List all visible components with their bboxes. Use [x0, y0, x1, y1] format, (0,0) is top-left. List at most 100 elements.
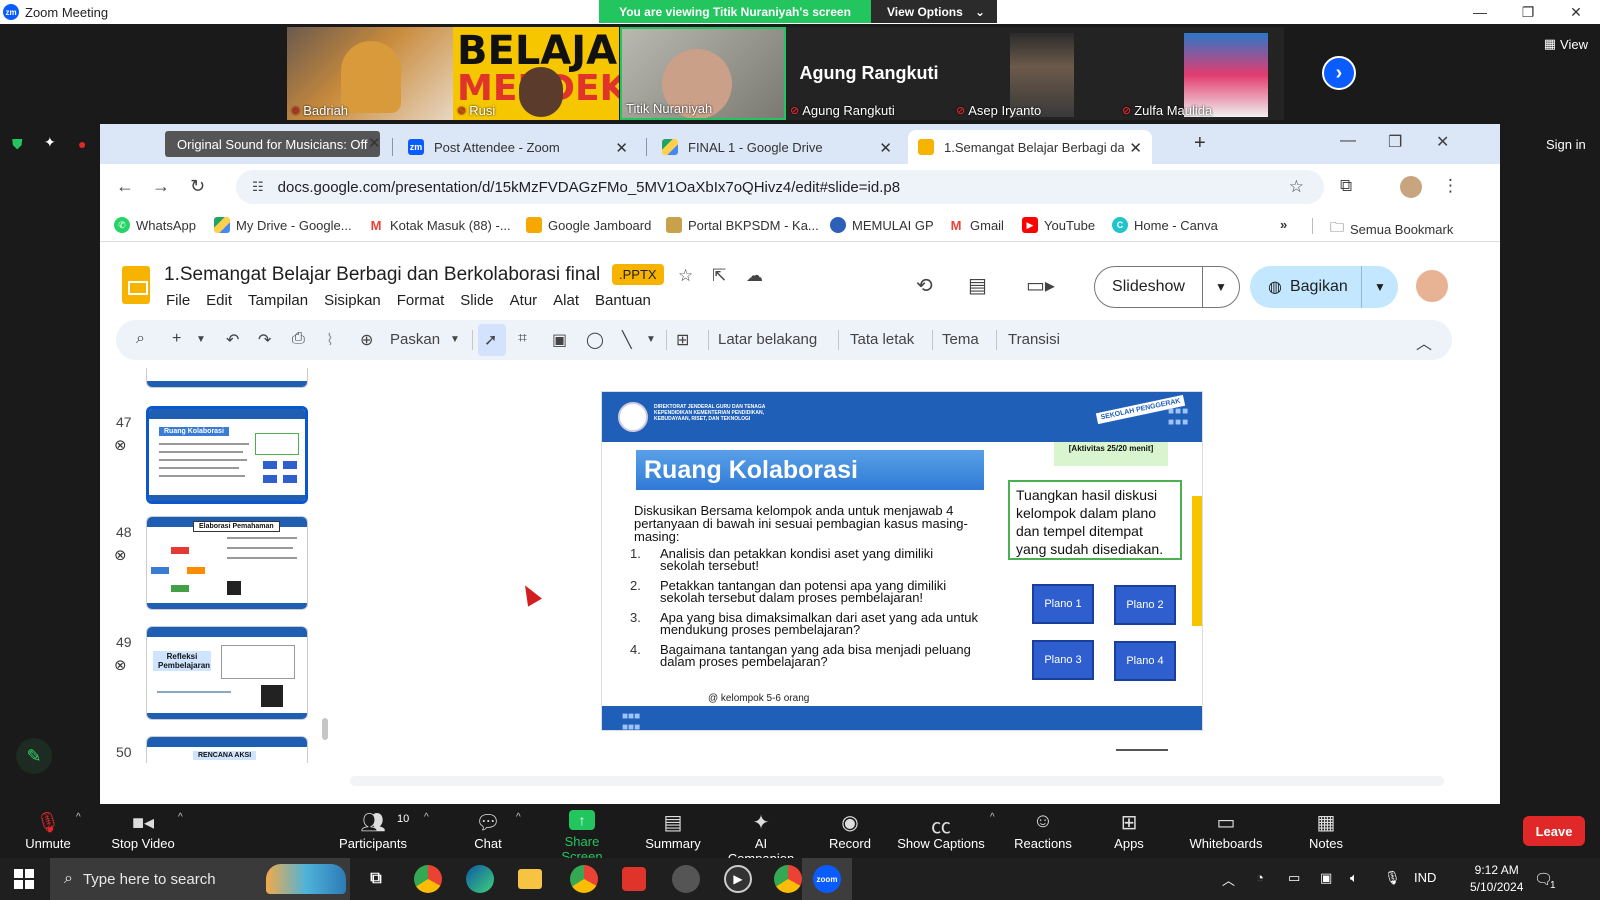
extensions-icon[interactable]: ⧉ [1340, 176, 1352, 196]
acrobat-icon[interactable] [622, 867, 646, 891]
unmute-button[interactable]: 🎙︎ Unmute [20, 810, 76, 851]
layout-button[interactable]: Tata letak [850, 331, 914, 348]
line-icon[interactable]: ╲ [622, 330, 632, 350]
bookmark-memulai-gp[interactable]: MEMULAI GP [830, 217, 934, 233]
leave-button[interactable]: Leave [1523, 816, 1585, 846]
tab-post-attendee[interactable]: zm Post Attendee - Zoom ✕ [398, 130, 638, 164]
menu-slide[interactable]: Slide [460, 292, 493, 309]
zoom-icon[interactable]: ⊕ [360, 330, 373, 350]
tab-slides-active[interactable]: 1.Semangat Belajar Berbagi dan ✕ [908, 130, 1152, 164]
comments-icon[interactable]: ▤ [968, 273, 987, 298]
document-title[interactable]: 1.Semangat Belajar Berbagi dan Berkolabo… [164, 264, 600, 286]
restore-button[interactable]: ❐ [1388, 132, 1402, 152]
version-history-icon[interactable]: ⟲ [916, 273, 933, 298]
collapse-toolbar-icon[interactable]: ︿ [1416, 330, 1432, 354]
sparkle-icon[interactable]: ✦ [44, 134, 56, 151]
tab-google-drive[interactable]: FINAL 1 - Google Drive ✕ [652, 130, 902, 164]
forward-button[interactable]: → [152, 176, 170, 197]
file-explorer-icon[interactable] [518, 869, 542, 889]
annotate-pencil-icon[interactable]: ✎ [16, 738, 52, 774]
reload-button[interactable]: ↻ [190, 176, 205, 197]
minimize-button[interactable]: — [1340, 132, 1356, 150]
cursor-select-icon[interactable]: ➚ [484, 330, 497, 350]
url-text[interactable]: docs.google.com/presentation/d/15kMzFVDA… [278, 179, 900, 196]
add-icon[interactable]: + [172, 330, 181, 348]
star-icon[interactable]: ☆ [678, 266, 693, 286]
slideshow-button[interactable]: Slideshow ▼ [1094, 266, 1240, 308]
microphone-icon[interactable]: 🎙︎ [1384, 870, 1401, 886]
participant-tile[interactable]: ⊘ Zulfa Maulida [1118, 27, 1284, 120]
sign-in-link[interactable]: Sign in [1546, 137, 1586, 152]
summary-button[interactable]: ▤ Summary [644, 810, 702, 851]
bookmark-jamboard[interactable]: Google Jamboard [526, 217, 651, 233]
close-icon[interactable]: ✕ [1129, 139, 1142, 157]
chevron-up-icon[interactable]: ︿ [1222, 870, 1235, 889]
participant-tile[interactable]: ⊘ Asep Iryanto [952, 27, 1118, 120]
chrome-profile-2-icon[interactable] [774, 865, 802, 893]
google-slides-logo-icon[interactable] [122, 266, 150, 304]
reactions-button[interactable]: ☺ Reactions [1014, 810, 1072, 851]
chevron-down-icon[interactable]: ▼ [1203, 280, 1239, 294]
task-view-icon[interactable]: ⧉ [362, 865, 390, 893]
app-icon[interactable] [672, 865, 700, 893]
chrome-profile-icon[interactable] [570, 865, 598, 893]
volume-icon[interactable]: 🔈︎ [1350, 870, 1358, 886]
background-button[interactable]: Latar belakang [718, 331, 817, 348]
participant-tile[interactable]: ⊘ Badriah [287, 27, 453, 120]
whiteboards-button[interactable]: ▭ Whiteboards [1186, 810, 1266, 851]
search-icon[interactable]: ⌕ [136, 330, 145, 348]
record-button[interactable]: ◉ Record [828, 810, 872, 851]
menu-format[interactable]: Format [397, 292, 445, 309]
apps-button[interactable]: ⊞ Apps [1112, 810, 1146, 851]
stop-video-button[interactable]: ■◂ Stop Video [110, 810, 176, 851]
slide-thumbnail[interactable]: RENCANA AKSI [146, 736, 308, 763]
horizontal-scrollbar[interactable] [350, 776, 1444, 786]
media-player-icon[interactable]: ▶ [724, 865, 752, 893]
chat-button[interactable]: 💬︎ Chat [468, 810, 508, 851]
new-tab-button[interactable]: + [1194, 132, 1206, 155]
participant-tile-active[interactable]: Titik Nuraniyah [620, 27, 786, 120]
all-bookmarks-button[interactable]: 🗀 Semua Bookmark [1330, 217, 1453, 241]
shape-icon[interactable]: ◯ [586, 330, 604, 350]
taskbar-clock[interactable]: 9:12 AM 5/10/2024 [1470, 862, 1523, 896]
slide-canvas[interactable]: DIREKTORAT JENDERAL GURU DAN TENAGA KEPE… [340, 368, 1450, 773]
redo-icon[interactable]: ↷ [258, 330, 271, 350]
show-captions-button[interactable]: ㏄ Show Captions [896, 810, 986, 851]
bookmark-kotak-masuk[interactable]: M Kotak Masuk (88) -... [368, 217, 511, 233]
network-icon[interactable]: ◔ [1256, 870, 1264, 885]
chevron-down-icon[interactable]: ▼ [646, 334, 656, 345]
back-button[interactable]: ← [116, 176, 134, 197]
minimize-button[interactable]: — [1456, 0, 1504, 24]
bookmark-canva[interactable]: C Home - Canva [1112, 217, 1218, 233]
close-icon[interactable]: ✕ [368, 134, 381, 152]
bookmark-portal-bkpsdm[interactable]: Portal BKPSDM - Ka... [666, 217, 819, 233]
more-bookmarks-button[interactable]: » [1280, 217, 1287, 232]
omnibox[interactable]: ☷ docs.google.com/presentation/d/15kMzFV… [236, 170, 1324, 204]
menu-view[interactable]: Tampilan [248, 292, 308, 309]
menu-file[interactable]: File [166, 292, 190, 309]
bookmark-whatsapp[interactable]: ✆ WhatsApp [114, 217, 196, 233]
slide-thumbnail[interactable]: Ruang Kolaborasi [146, 406, 308, 504]
paint-format-icon[interactable]: ⌇ [326, 330, 334, 350]
bookmark-gmail[interactable]: M Gmail [948, 217, 1004, 233]
cloud-status-icon[interactable]: ☁ [746, 266, 763, 286]
undo-icon[interactable]: ↶ [226, 330, 239, 350]
chevron-up-icon[interactable]: ^ [990, 812, 995, 823]
shield-icon[interactable]: ⛊ [12, 136, 23, 153]
close-button[interactable]: ✕ [1436, 132, 1449, 152]
image-icon[interactable]: ▣ [552, 330, 567, 350]
close-icon[interactable]: ✕ [615, 139, 628, 157]
filmstrip-scrollbar[interactable] [322, 718, 328, 740]
menu-kebab-icon[interactable]: ⋮ [1442, 176, 1459, 196]
view-options-button[interactable]: View Options ⌄ [871, 0, 997, 23]
notes-button[interactable]: ▦ Notes [1306, 810, 1346, 851]
view-layout-button[interactable]: ▦ View [1544, 36, 1588, 52]
site-info-icon[interactable]: ☷ [252, 179, 264, 195]
close-icon[interactable]: ✕ [879, 139, 892, 157]
menu-help[interactable]: Bantuan [595, 292, 651, 309]
bookmark-my-drive[interactable]: My Drive - Google... [214, 217, 352, 233]
bookmark-youtube[interactable]: ▶ YouTube [1022, 217, 1095, 233]
menu-insert[interactable]: Sisipkan [324, 292, 381, 309]
slide-thumbnail[interactable]: Refleksi Pembelajaran [146, 626, 308, 720]
restore-button[interactable]: ❐ [1504, 0, 1552, 24]
